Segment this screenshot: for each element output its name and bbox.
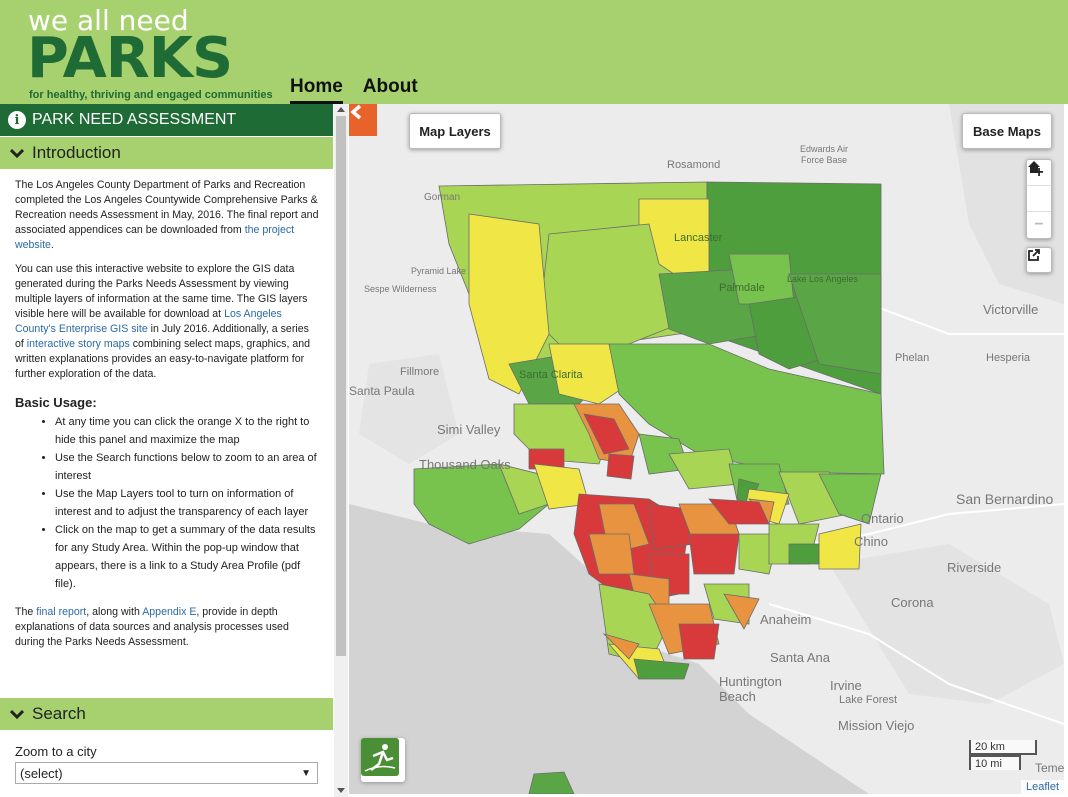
- place-label: Rosamond: [667, 159, 721, 171]
- place-label: Corona: [891, 595, 934, 610]
- logo-parks[interactable]: PARKS: [27, 31, 233, 87]
- zoom-city-value: (select): [20, 765, 63, 781]
- intro-paragraph-2: You can use this interactive website to …: [15, 263, 310, 380]
- list-item: Use the Map Layers tool to turn on infor…: [55, 485, 320, 521]
- place-label: Gorman: [424, 192, 461, 203]
- list-item: Click on the map to get a summary of the…: [55, 521, 320, 593]
- map-layers-button[interactable]: Map Layers: [409, 113, 501, 149]
- place-label: Mission Viejo: [838, 718, 915, 733]
- appendix-e-link[interactable]: Appendix E: [142, 606, 196, 618]
- scroll-up-arrow-icon[interactable]: [337, 107, 345, 112]
- place-label: San Bernardino: [956, 491, 1054, 507]
- place-label: Chino: [854, 534, 888, 549]
- place-label: Lake Los Angeles: [787, 274, 859, 284]
- share-icon: [1028, 249, 1040, 261]
- place-label: Riverside: [947, 560, 1002, 575]
- scroll-down-arrow-icon[interactable]: [337, 788, 345, 793]
- place-label: Anaheim: [760, 612, 812, 627]
- place-label: Santa Paula: [349, 384, 415, 398]
- parks-logo-icon[interactable]: [361, 738, 405, 782]
- list-item: At any time you can click the orange X t…: [55, 413, 320, 449]
- place-label: Irvine: [830, 678, 862, 693]
- place-label: Hesperia: [986, 352, 1031, 364]
- sidebar-panel: i PARK NEED ASSESSMENT Introduction The …: [0, 104, 348, 797]
- sidebar-title-bar: i PARK NEED ASSESSMENT: [0, 104, 333, 136]
- scale-mi: 10 mi: [969, 755, 1021, 770]
- home-icon: [1028, 161, 1040, 173]
- place-label: Thousand Oaks: [419, 457, 511, 472]
- sidebar-title: PARK NEED ASSESSMENT: [32, 111, 237, 128]
- scroll-thumb[interactable]: [336, 116, 346, 656]
- place-label: Sespe Wilderness: [364, 284, 437, 294]
- intro-paragraph-3: The final report, along with Appendix E,…: [15, 606, 289, 648]
- zoom-city-label: Zoom to a city: [15, 744, 97, 759]
- park-figure-icon: [361, 738, 399, 776]
- leaflet-attribution-link[interactable]: Leaflet: [1020, 780, 1064, 794]
- place-label: Lake Forest: [839, 694, 898, 706]
- section-search-header[interactable]: Search: [0, 698, 333, 730]
- place-label: Temecula: [1035, 761, 1064, 775]
- place-label: Phelan: [895, 352, 930, 364]
- chevron-down-icon: [10, 148, 24, 159]
- main-nav: Home About: [290, 76, 418, 105]
- place-label: Huntington Beach: [719, 674, 782, 704]
- map-scale: 20 km 10 mi: [969, 740, 1037, 770]
- nav-about[interactable]: About: [363, 76, 418, 105]
- place-label: Santa Ana: [770, 650, 830, 665]
- place-label: Edwards Air Force Base: [799, 144, 849, 165]
- place-label: Santa Clarita: [519, 369, 583, 381]
- map-canvas[interactable]: Rosamond Edwards Air Force Base Gorman L…: [349, 104, 1064, 794]
- chevron-down-icon: [10, 709, 24, 720]
- final-report-link[interactable]: final report: [36, 606, 86, 618]
- info-icon: i: [8, 111, 26, 129]
- place-label: Simi Valley: [437, 422, 501, 437]
- place-label: Pyramid Lake: [411, 266, 467, 276]
- home-button[interactable]: [1027, 161, 1051, 212]
- section-introduction-header[interactable]: Introduction: [0, 137, 333, 169]
- site-header: we all need PARKS for healthy, thriving …: [0, 0, 1068, 105]
- collapse-panel-button[interactable]: [349, 104, 377, 136]
- place-label: Victorville: [983, 302, 1039, 317]
- section-search-label: Search: [32, 704, 86, 723]
- logo-tagline: for healthy, thriving and engaged commun…: [29, 89, 273, 101]
- list-item: Use the Search functions below to zoom t…: [55, 449, 320, 485]
- story-maps-link[interactable]: interactive story maps: [27, 338, 130, 350]
- introduction-content: The Los Angeles County Department of Par…: [15, 178, 320, 659]
- scale-km: 20 km: [969, 740, 1037, 755]
- zoom-control: + −: [1026, 159, 1052, 239]
- base-maps-button[interactable]: Base Maps: [962, 113, 1052, 149]
- share-button[interactable]: [1026, 247, 1052, 273]
- nav-home[interactable]: Home: [290, 76, 343, 105]
- dropdown-arrow-icon: ▼: [301, 767, 311, 779]
- zoom-city-select[interactable]: (select) ▼: [15, 762, 318, 784]
- basic-usage-list: At any time you can click the orange X t…: [15, 413, 320, 593]
- basemap-terrain: [349, 104, 1064, 794]
- place-label: Palmdale: [719, 282, 765, 294]
- chevron-left-icon: [350, 104, 362, 120]
- sidebar-scrollbar[interactable]: [334, 104, 348, 797]
- zoom-out-button[interactable]: −: [1027, 212, 1051, 238]
- place-label: Ontario: [861, 511, 904, 526]
- intro-paragraph-1: The Los Angeles County Department of Par…: [15, 179, 319, 251]
- place-label: Lancaster: [674, 232, 723, 244]
- basic-usage-title: Basic Usage:: [15, 395, 97, 410]
- section-introduction-label: Introduction: [32, 143, 121, 162]
- place-label: Fillmore: [400, 366, 440, 378]
